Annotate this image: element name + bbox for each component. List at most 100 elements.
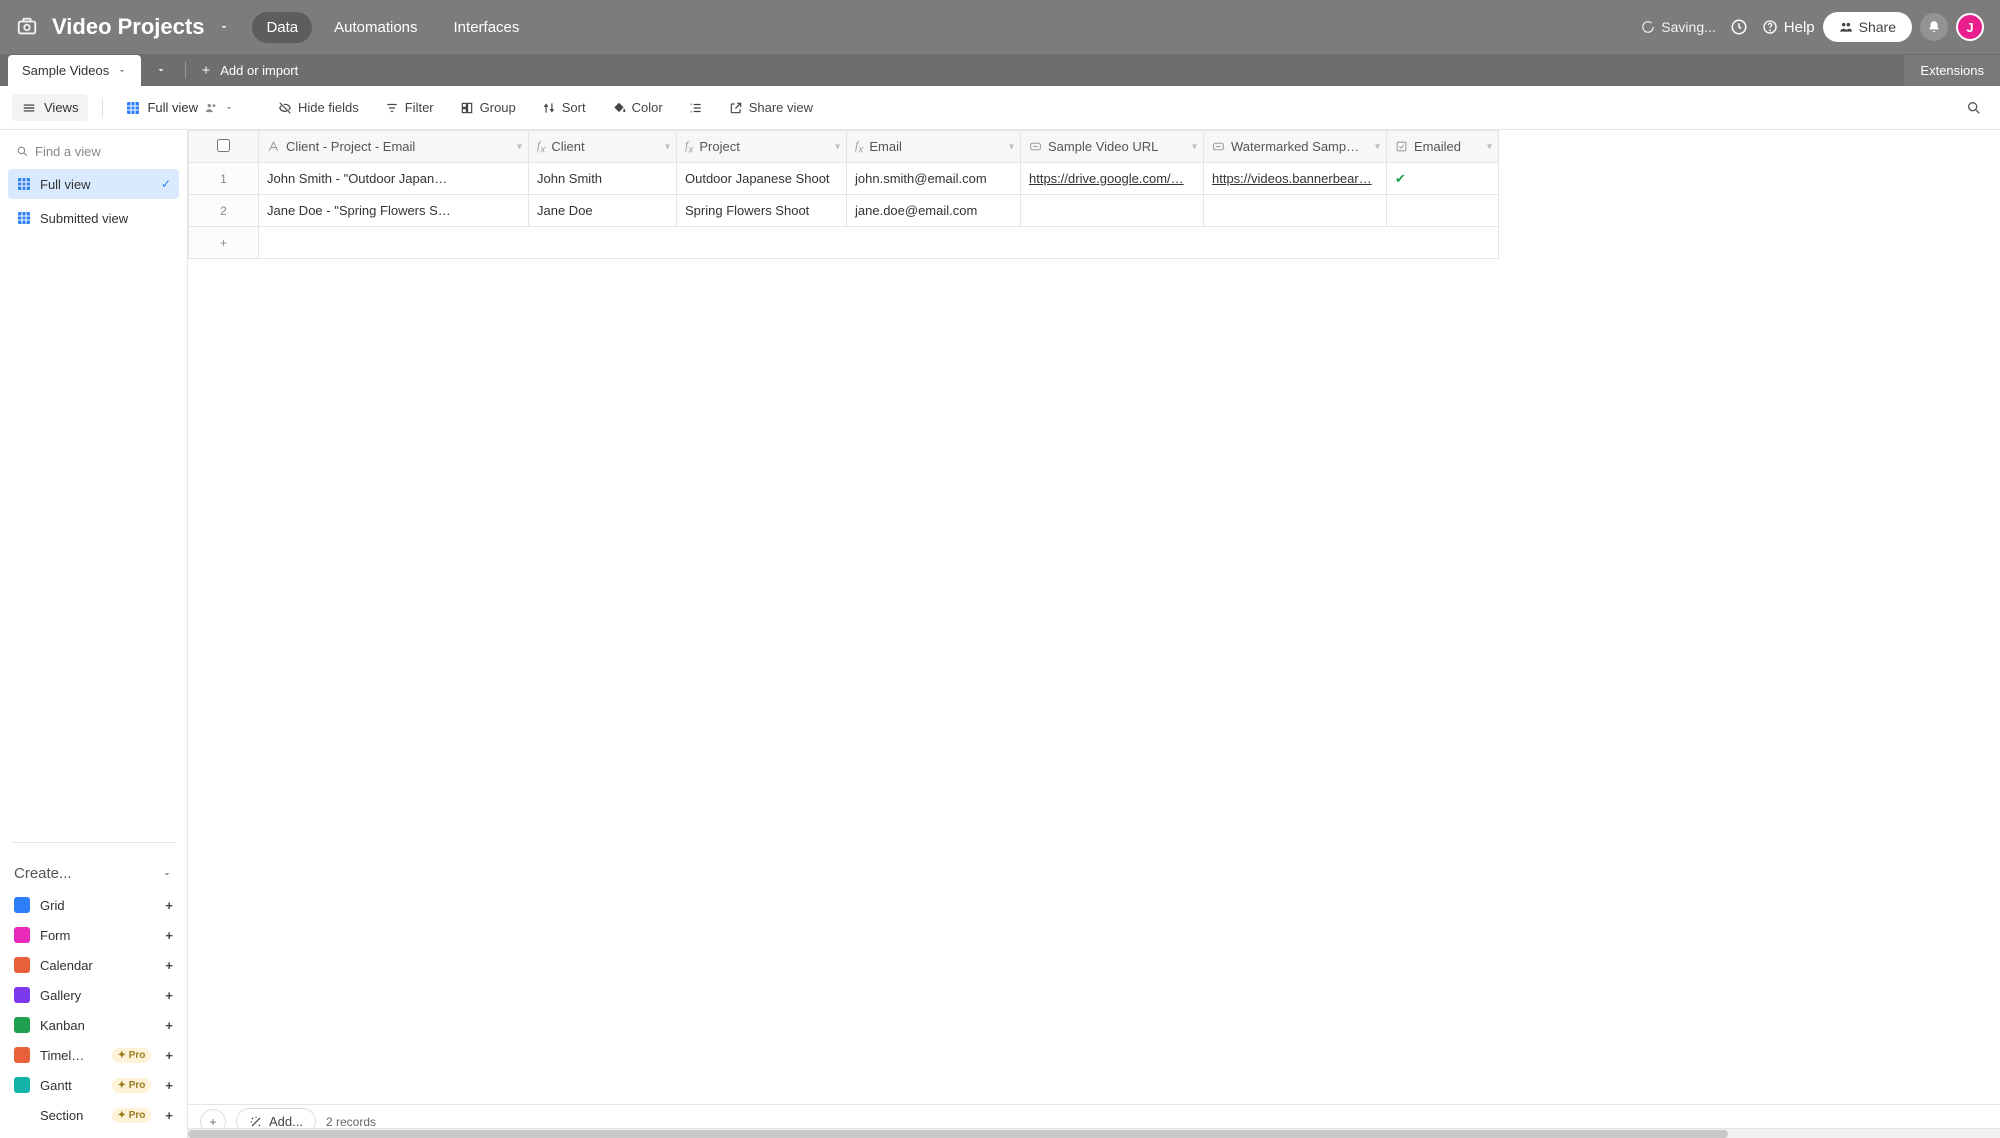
plus-icon[interactable]: + [165, 1078, 173, 1093]
hide-fields-button[interactable]: Hide fields [268, 94, 369, 121]
share-view-button[interactable]: Share view [719, 94, 823, 121]
grid-scroll[interactable]: Client - Project - Email▾fxClient▾fxProj… [188, 130, 2000, 1128]
cell-client[interactable]: John Smith [529, 163, 677, 195]
column-header-primary[interactable]: Client - Project - Email▾ [259, 131, 529, 163]
base-icon[interactable] [16, 16, 38, 38]
plus-icon[interactable]: + [165, 988, 173, 1003]
sort-button[interactable]: Sort [532, 94, 596, 121]
table-row[interactable]: 1John Smith - "Outdoor Japan…John SmithO… [189, 163, 1499, 195]
column-header-client[interactable]: fxClient▾ [529, 131, 677, 163]
table-tab-active[interactable]: Sample Videos [8, 55, 141, 86]
filter-label: Filter [405, 100, 434, 115]
current-view-button[interactable]: Full view [117, 94, 242, 122]
cell-primary[interactable]: John Smith - "Outdoor Japan… [259, 163, 529, 195]
column-header-project[interactable]: fxProject▾ [677, 131, 847, 163]
cell-project[interactable]: Spring Flowers Shoot [677, 195, 847, 227]
column-menu-icon[interactable]: ▾ [1375, 141, 1380, 152]
cell-emailed[interactable] [1387, 195, 1499, 227]
table-row[interactable]: 2Jane Doe - "Spring Flowers S…Jane DoeSp… [189, 195, 1499, 227]
cell-url[interactable] [1021, 195, 1204, 227]
scrollbar-thumb[interactable] [188, 1130, 1728, 1138]
views-toggle-button[interactable]: Views [12, 94, 88, 121]
chevron-down-icon[interactable] [224, 103, 234, 113]
plus-icon[interactable]: + [165, 1108, 173, 1123]
create-view-section[interactable]: Section✦ Pro+ [8, 1100, 179, 1130]
people-icon [204, 101, 218, 115]
column-menu-icon[interactable]: ▾ [665, 141, 670, 152]
create-view-gallery[interactable]: Gallery+ [8, 980, 179, 1010]
extensions-button[interactable]: Extensions [1904, 55, 2000, 86]
plus-icon[interactable]: + [189, 227, 259, 259]
column-header-url[interactable]: Sample Video URL▾ [1021, 131, 1204, 163]
notifications-button[interactable] [1920, 13, 1948, 41]
tables-list-button[interactable] [141, 64, 181, 76]
column-label: Project [699, 139, 739, 154]
sync-icon [1641, 20, 1655, 34]
group-button[interactable]: Group [450, 94, 526, 121]
base-title[interactable]: Video Projects [52, 14, 204, 40]
share-button[interactable]: Share [1823, 12, 1912, 42]
field-type-icon [1029, 140, 1042, 153]
color-label: Color [632, 100, 663, 115]
select-all-header[interactable] [189, 131, 259, 163]
column-menu-icon[interactable]: ▾ [1487, 141, 1492, 152]
tab-data[interactable]: Data [252, 12, 312, 43]
add-row[interactable]: + [189, 227, 1499, 259]
sidebar-view-submitted[interactable]: Submitted view [8, 203, 179, 233]
column-menu-icon[interactable]: ▾ [835, 141, 840, 152]
select-all-checkbox[interactable] [217, 139, 230, 152]
view-type-label: Grid [40, 898, 65, 913]
help-label: Help [1784, 19, 1815, 36]
plus-icon [200, 64, 212, 76]
create-view-grid[interactable]: Grid + [8, 890, 179, 920]
create-view-kanban[interactable]: Kanban+ [8, 1010, 179, 1040]
plus-icon[interactable]: + [165, 898, 173, 913]
horizontal-scrollbar[interactable] [188, 1128, 2000, 1138]
find-view-input[interactable]: Find a view [8, 138, 179, 165]
cell-email[interactable]: john.smith@email.com [847, 163, 1021, 195]
tab-interfaces[interactable]: Interfaces [440, 12, 534, 43]
cell-email[interactable]: jane.doe@email.com [847, 195, 1021, 227]
create-view-calendar[interactable]: Calendar+ [8, 950, 179, 980]
sidebar-view-full[interactable]: Full view ✓ [8, 169, 179, 199]
color-button[interactable]: Color [602, 94, 673, 121]
column-header-email[interactable]: fxEmail▾ [847, 131, 1021, 163]
plus-icon[interactable]: + [165, 958, 173, 973]
view-type-icon [14, 1077, 30, 1093]
column-header-wm[interactable]: Watermarked Samp…▾ [1204, 131, 1387, 163]
cell-wm[interactable]: https://videos.bannerbear… [1204, 163, 1387, 195]
chevron-down-icon[interactable] [117, 66, 127, 76]
cell-primary[interactable]: Jane Doe - "Spring Flowers S… [259, 195, 529, 227]
cell-emailed[interactable]: ✔ [1387, 163, 1499, 195]
row-number[interactable]: 1 [189, 163, 259, 195]
create-view-gantt[interactable]: Gantt✦ Pro+ [8, 1070, 179, 1100]
cell-client[interactable]: Jane Doe [529, 195, 677, 227]
view-type-icon [14, 1017, 30, 1033]
row-height-button[interactable] [679, 95, 713, 121]
column-header-emailed[interactable]: Emailed▾ [1387, 131, 1499, 163]
create-view-form[interactable]: Form+ [8, 920, 179, 950]
row-number[interactable]: 2 [189, 195, 259, 227]
add-or-import-button[interactable]: Add or import [190, 63, 308, 78]
cell-wm[interactable] [1204, 195, 1387, 227]
column-menu-icon[interactable]: ▾ [517, 141, 522, 152]
hide-fields-label: Hide fields [298, 100, 359, 115]
column-menu-icon[interactable]: ▾ [1192, 141, 1197, 152]
column-menu-icon[interactable]: ▾ [1009, 141, 1014, 152]
cell-project[interactable]: Outdoor Japanese Shoot [677, 163, 847, 195]
top-bar: Video Projects Data Automations Interfac… [0, 0, 2000, 54]
help-button[interactable]: Help [1762, 19, 1815, 36]
filter-button[interactable]: Filter [375, 94, 444, 121]
history-icon[interactable] [1724, 12, 1754, 42]
create-view-toggle[interactable]: Create... [8, 857, 179, 890]
cell-url[interactable]: https://drive.google.com/… [1021, 163, 1204, 195]
field-type-icon [267, 140, 280, 153]
search-records-button[interactable] [1960, 94, 1988, 122]
plus-icon[interactable]: + [165, 928, 173, 943]
user-avatar[interactable]: J [1956, 13, 1984, 41]
create-view-timel[interactable]: Timel…✦ Pro+ [8, 1040, 179, 1070]
plus-icon[interactable]: + [165, 1018, 173, 1033]
plus-icon[interactable]: + [165, 1048, 173, 1063]
tab-automations[interactable]: Automations [320, 12, 431, 43]
base-menu-chevron-icon[interactable] [218, 21, 230, 33]
